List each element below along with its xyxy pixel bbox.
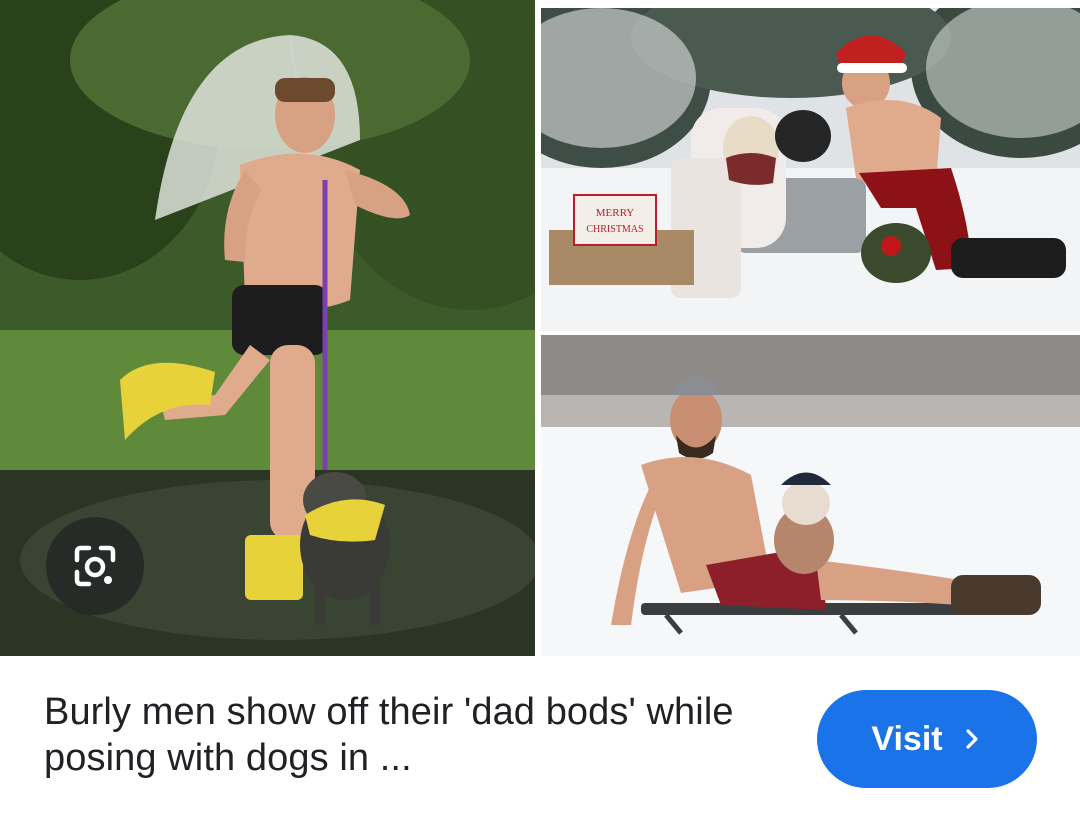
chevron-right-icon — [965, 729, 978, 749]
sign-text-line1: MERRY — [596, 207, 635, 219]
result-caption[interactable]: Burly men show off their 'dad bods' whil… — [44, 690, 784, 781]
visit-button-label: Visit — [871, 719, 943, 758]
visit-button[interactable]: Visit — [817, 690, 1037, 788]
photo-top-right[interactable]: MERRY CHRISTMAS — [541, 8, 1080, 331]
lens-search-button[interactable] — [46, 517, 144, 615]
sign-text-line2: CHRISTMAS — [586, 224, 643, 235]
google-lens-icon — [74, 545, 116, 587]
photo-bottom-right[interactable] — [541, 335, 1080, 656]
image-collage[interactable]: MERRY CHRISTMAS — [0, 0, 1080, 656]
photo-top-right-illustration: MERRY CHRISTMAS — [541, 8, 1080, 331]
photo-bottom-right-illustration — [541, 335, 1080, 656]
